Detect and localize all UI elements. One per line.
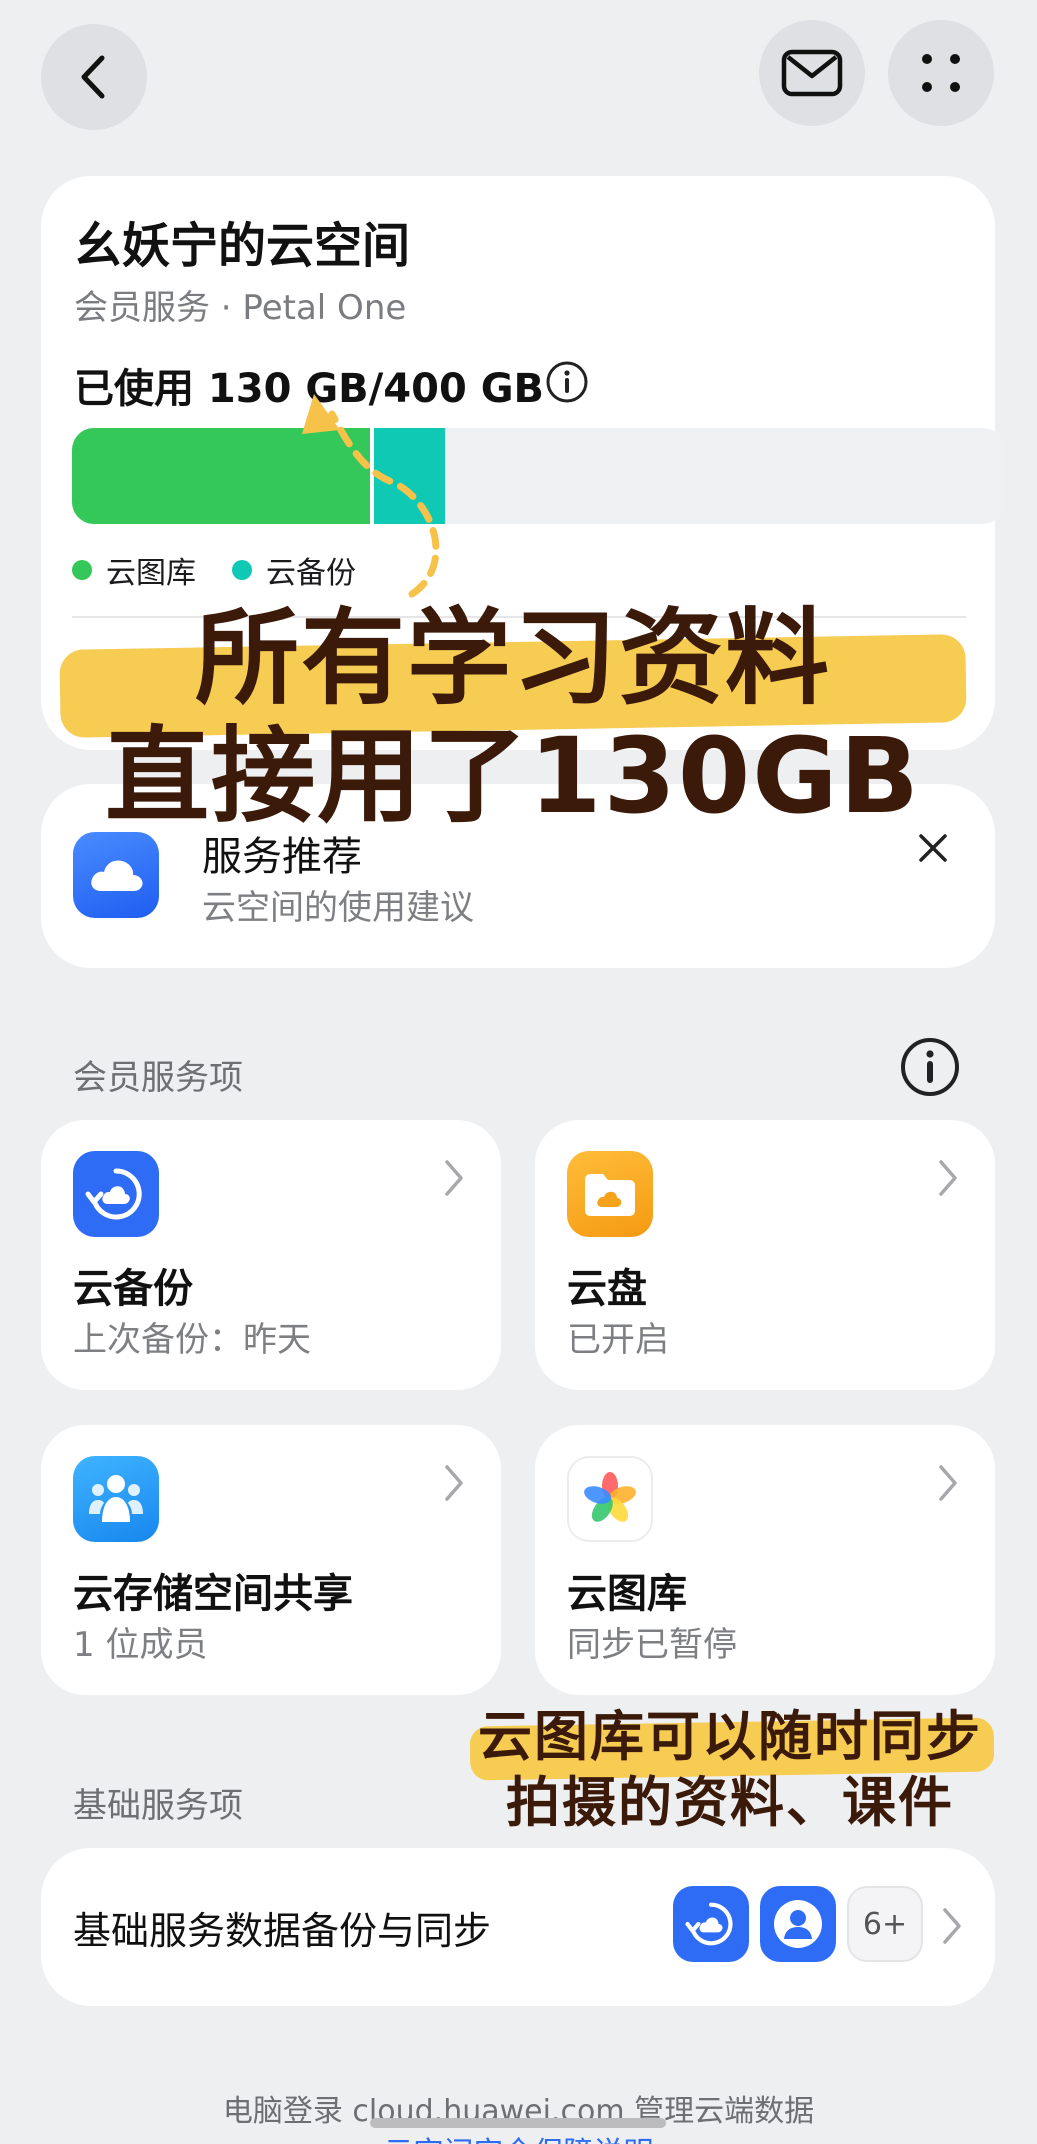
chevron-left-icon [81,55,105,99]
tile-status: 同步已暂停 [567,1625,737,1665]
cloud-backup-icon [73,1151,159,1237]
tile-cloud-drive[interactable]: 云盘 已开启 [535,1120,995,1390]
mail-button[interactable] [759,20,865,126]
chevron-right-icon [939,1465,957,1501]
chevron-right-icon [939,1160,957,1196]
info-icon[interactable] [899,1036,961,1098]
tile-title: 云存储空间共享 [73,1571,353,1617]
cloud-icon [73,832,159,918]
chevron-right-icon [943,1908,961,1944]
cloud-backup-icon [673,1886,749,1962]
tile-gallery[interactable]: 云图库 同步已暂停 [535,1425,995,1695]
family-share-icon [73,1456,159,1542]
basic-row-title: 基础服务数据备份与同步 [73,1909,492,1953]
storage-usage-bar [72,428,1004,524]
info-icon[interactable] [545,360,589,404]
footer-link[interactable]: 云空间安全保障说明 [0,2128,1037,2144]
storage-title: 幺妖宁的云空间 [74,218,411,274]
more-services-badge: 6+ [847,1886,923,1962]
tile-title: 云盘 [567,1266,647,1312]
tile-title: 云备份 [73,1266,193,1312]
storage-subtitle: 会员服务 · Petal One [74,288,407,328]
recommend-subtitle: 云空间的使用建议 [202,888,474,928]
tile-cloud-backup[interactable]: 云备份 上次备份：昨天 [41,1120,501,1390]
overlay-caption-line1: 云图库可以随时同步 [478,1705,982,1768]
curved-arrow-sticker [302,394,440,598]
overlay-caption-line2: 拍摄的资料、课件 [506,1771,954,1834]
chevron-right-icon [445,1465,463,1501]
contacts-icon [760,1886,836,1962]
grid-dots-icon [922,54,960,92]
more-button[interactable] [888,20,994,126]
basic-section-heading: 基础服务项 [73,1786,243,1826]
back-button[interactable] [41,24,147,130]
tile-status: 1 位成员 [73,1625,208,1665]
tile-storage-share[interactable]: 云存储空间共享 1 位成员 [41,1425,501,1695]
overlay-headline-line2: 直接用了130GB [105,715,921,837]
home-indicator[interactable] [370,2118,666,2128]
tile-status: 上次备份：昨天 [73,1320,311,1360]
tile-status: 已开启 [567,1320,669,1360]
tile-title: 云图库 [567,1571,687,1617]
mail-icon [781,49,843,97]
gallery-icon [567,1456,653,1542]
legend-dot-gallery [72,560,92,580]
legend-label-gallery: 云图库 [106,556,196,591]
member-section-heading: 会员服务项 [73,1058,243,1098]
cloud-drive-icon [567,1151,653,1237]
legend-dot-backup [232,560,252,580]
basic-service-row[interactable]: 基础服务数据备份与同步 6+ [41,1848,995,2006]
chevron-right-icon [445,1160,463,1196]
overlay-headline-line1: 所有学习资料 [194,597,831,719]
